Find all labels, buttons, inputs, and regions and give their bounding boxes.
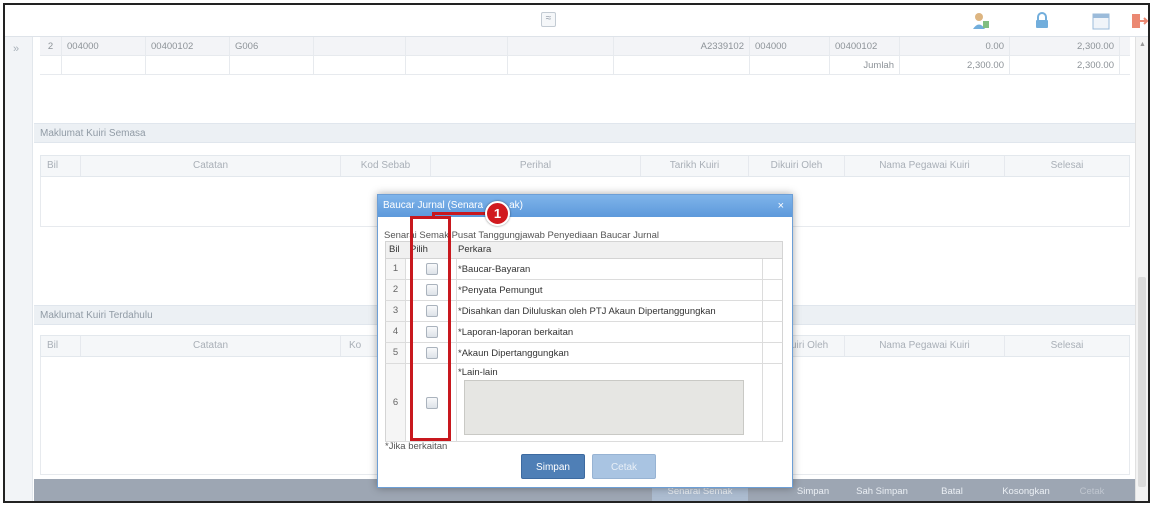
dialog-cetak-button[interactable]: Cetak [592, 454, 656, 479]
column-divider [456, 322, 457, 342]
highlight-box [410, 216, 451, 441]
perkara-label: *Baucar-Bayaran [458, 264, 531, 275]
callout-line [432, 212, 487, 215]
callout-line [432, 212, 435, 218]
row-number: 1 [386, 259, 406, 279]
column-divider [762, 259, 763, 279]
dialog-title: Baucar Jurnal (Senara [383, 200, 484, 211]
column-divider [456, 364, 457, 441]
row-number: 3 [386, 301, 406, 321]
column-divider [456, 259, 457, 279]
perkara-label: *Akaun Dipertanggungkan [458, 348, 569, 359]
dialog-title-suffix: ak) [509, 200, 523, 211]
app-window: ≈ » 2 004000 00400102 G006 A2339102 0040… [3, 3, 1150, 503]
column-divider [456, 301, 457, 321]
dialog-simpan-button[interactable]: Simpan [521, 454, 585, 479]
lain-lain-textarea[interactable] [464, 380, 744, 435]
column-divider [456, 280, 457, 300]
column-divider [456, 343, 457, 363]
row-number: 5 [386, 343, 406, 363]
row-number: 2 [386, 280, 406, 300]
column-divider [762, 343, 763, 363]
row-number: 6 [386, 364, 406, 441]
perkara-label: *Disahkan dan Diluluskan oleh PTJ Akaun … [458, 306, 716, 317]
column-divider [762, 301, 763, 321]
column-divider [762, 322, 763, 342]
footnote: *Jika berkaitan [385, 441, 448, 452]
column-divider [762, 364, 763, 441]
perkara-label: *Penyata Pemungut [458, 285, 543, 296]
perkara-label: *Laporan-laporan berkaitan [458, 327, 574, 338]
header-perkara: Perkara [458, 244, 492, 255]
perkara-label: *Lain-lain [458, 367, 498, 378]
column-divider [762, 280, 763, 300]
step-marker: 1 [485, 201, 510, 226]
close-icon[interactable]: × [778, 195, 784, 217]
row-number: 4 [386, 322, 406, 342]
header-bil: Bil [389, 244, 400, 255]
